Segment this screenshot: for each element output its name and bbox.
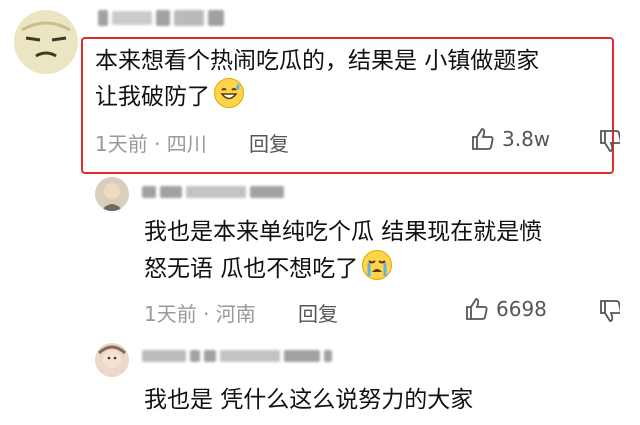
avatar[interactable] bbox=[14, 10, 78, 74]
like-button[interactable]: 6698 bbox=[464, 296, 547, 322]
crying-emoji-icon bbox=[362, 250, 393, 280]
username-redacted[interactable] bbox=[142, 350, 332, 362]
comment-text: 我也是本来单纯吃个瓜 结果现在就是愤 怒无语 瓜也不想吃了 bbox=[144, 219, 543, 282]
like-button[interactable]: 3.8w bbox=[470, 126, 550, 152]
grinning-sweat-emoji-icon bbox=[214, 78, 244, 108]
reply-button[interactable]: 回复 bbox=[298, 298, 338, 327]
thumbs-down-icon[interactable] bbox=[598, 298, 620, 324]
comment-text: 我也是 凭什么这么说努力的大家 bbox=[144, 387, 474, 413]
reply-button[interactable]: 回复 bbox=[249, 128, 289, 157]
comment-time-location: 1天前 · 四川 bbox=[95, 132, 207, 156]
comment-time-location: 1天前 · 河南 bbox=[144, 302, 256, 326]
username-redacted[interactable] bbox=[98, 10, 224, 26]
username-redacted[interactable] bbox=[142, 186, 284, 198]
comment-text: 本来想看个热闹吃瓜的，结果是 小镇做题家 让我破防了 bbox=[95, 48, 540, 110]
like-count: 6698 bbox=[496, 297, 547, 321]
thumbs-down-icon[interactable] bbox=[598, 128, 620, 154]
thumbs-up-icon bbox=[466, 298, 488, 320]
child-photo-icon bbox=[95, 177, 129, 211]
thumbs-up-icon bbox=[472, 128, 494, 150]
like-count: 3.8w bbox=[502, 127, 551, 151]
baby-photo-icon bbox=[95, 343, 129, 377]
cartoon-face-icon bbox=[14, 10, 78, 74]
avatar[interactable] bbox=[95, 177, 129, 211]
avatar[interactable] bbox=[95, 343, 129, 377]
